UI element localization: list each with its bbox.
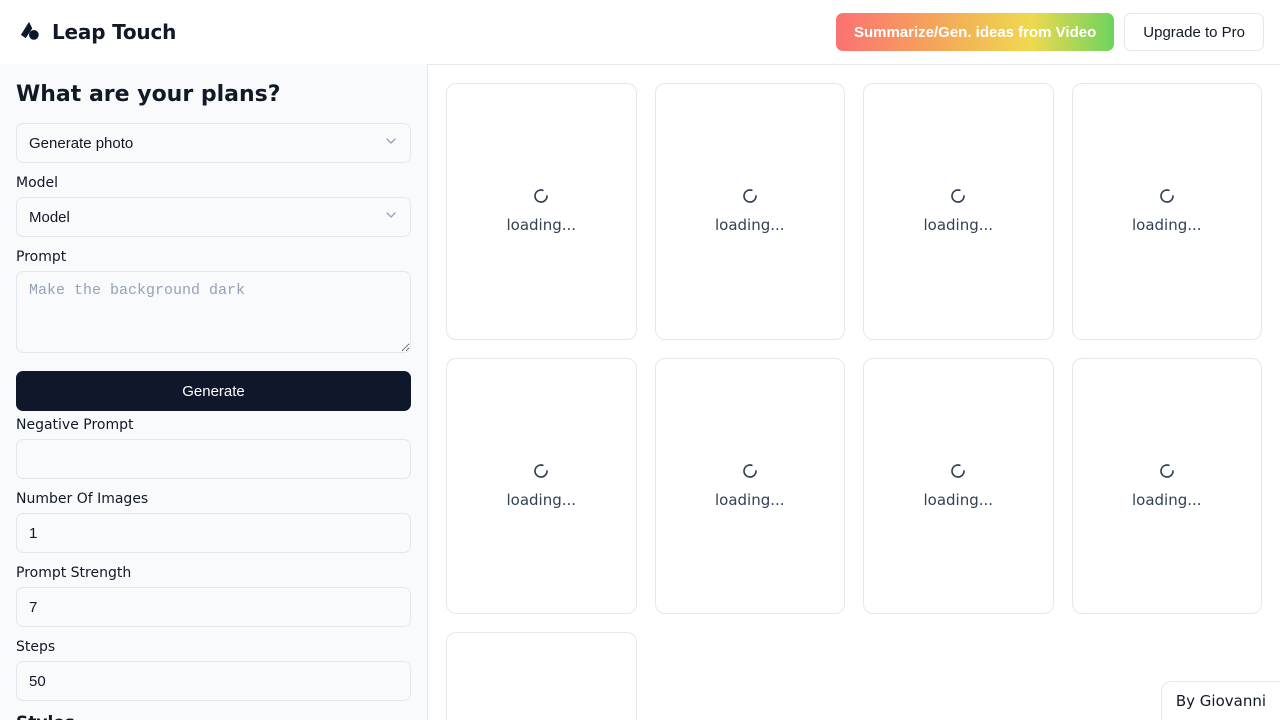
- prompt-strength-input[interactable]: [16, 587, 411, 627]
- result-card[interactable]: loading...: [446, 358, 637, 615]
- prompt-input[interactable]: [16, 271, 411, 353]
- result-card[interactable]: loading...: [863, 358, 1054, 615]
- task-select-group: Generate photo: [16, 123, 411, 163]
- spinner-icon: [1159, 463, 1175, 483]
- prompt-strength-label: Prompt Strength: [16, 565, 411, 581]
- prompt-label: Prompt: [16, 249, 411, 265]
- negative-prompt-input[interactable]: [16, 439, 411, 479]
- author-byline: By Giovanni: [1161, 681, 1280, 720]
- main-layout: What are your plans? Generate photo Mode…: [0, 64, 1280, 720]
- results-panel: loading... loading... loading... loading…: [428, 64, 1280, 720]
- model-group: Model Model: [16, 175, 411, 237]
- spinner-icon: [742, 188, 758, 208]
- num-images-label: Number Of Images: [16, 491, 411, 507]
- spinner-icon: [950, 463, 966, 483]
- plans-heading: What are your plans?: [16, 82, 411, 107]
- spinner-icon: [742, 463, 758, 483]
- spinner-icon: [1159, 188, 1175, 208]
- result-card[interactable]: loading...: [863, 83, 1054, 340]
- result-card[interactable]: loading...: [446, 83, 637, 340]
- loading-text: loading...: [1132, 491, 1202, 509]
- spinner-icon: [533, 463, 549, 483]
- negative-prompt-group: Negative Prompt: [16, 417, 411, 479]
- prompt-strength-group: Prompt Strength: [16, 565, 411, 627]
- result-card[interactable]: loading...: [655, 83, 846, 340]
- num-images-group: Number Of Images: [16, 491, 411, 553]
- steps-label: Steps: [16, 639, 411, 655]
- model-label: Model: [16, 175, 411, 191]
- app-header: Leap Touch Summarize/Gen. ideas from Vid…: [0, 0, 1280, 64]
- num-images-input[interactable]: [16, 513, 411, 553]
- result-card[interactable]: loading...: [1072, 358, 1263, 615]
- results-grid: loading... loading... loading... loading…: [446, 83, 1262, 720]
- brand-logo-icon: [16, 17, 42, 47]
- task-select[interactable]: Generate photo: [16, 123, 411, 163]
- loading-text: loading...: [923, 491, 993, 509]
- loading-text: loading...: [923, 216, 993, 234]
- loading-text: loading...: [506, 491, 576, 509]
- result-card[interactable]: loading...: [446, 632, 637, 720]
- prompt-group: Prompt: [16, 249, 411, 357]
- loading-text: loading...: [1132, 216, 1202, 234]
- spinner-icon: [950, 188, 966, 208]
- negative-prompt-label: Negative Prompt: [16, 417, 411, 433]
- sidebar: What are your plans? Generate photo Mode…: [0, 64, 428, 720]
- result-card[interactable]: loading...: [1072, 83, 1263, 340]
- summarize-video-button[interactable]: Summarize/Gen. ideas from Video: [836, 13, 1114, 51]
- brand-name: Leap Touch: [52, 20, 176, 44]
- spinner-icon: [533, 188, 549, 208]
- loading-text: loading...: [715, 491, 785, 509]
- loading-text: loading...: [506, 216, 576, 234]
- header-actions: Summarize/Gen. ideas from Video Upgrade …: [836, 13, 1264, 51]
- generate-button[interactable]: Generate: [16, 371, 411, 411]
- styles-heading: Styles: [16, 713, 411, 720]
- steps-group: Steps: [16, 639, 411, 701]
- model-select[interactable]: Model: [16, 197, 411, 237]
- loading-text: loading...: [715, 216, 785, 234]
- result-card[interactable]: loading...: [655, 358, 846, 615]
- brand: Leap Touch: [16, 17, 176, 47]
- upgrade-to-pro-button[interactable]: Upgrade to Pro: [1124, 13, 1264, 51]
- steps-input[interactable]: [16, 661, 411, 701]
